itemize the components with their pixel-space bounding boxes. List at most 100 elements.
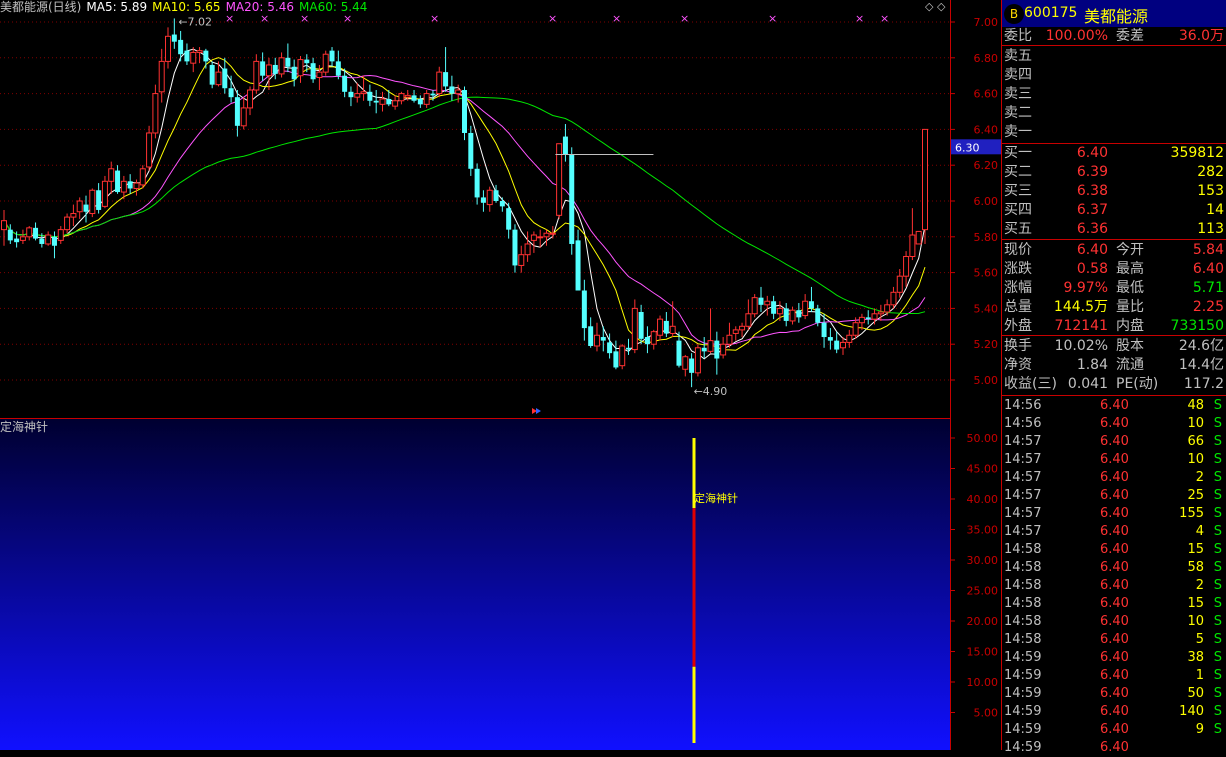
candle — [915, 230, 922, 245]
order-ratio-row: 委比 100.00% 委差 36.0万 — [1002, 27, 1226, 45]
candle — [89, 188, 96, 218]
candle-body — [468, 132, 474, 169]
candle-body — [260, 61, 266, 76]
candle — [57, 226, 64, 244]
candle — [234, 90, 240, 137]
candle — [329, 47, 335, 67]
candle-body — [96, 190, 102, 210]
tick-price: 6.40 — [1100, 740, 1129, 755]
candle — [96, 183, 102, 214]
tick-price: 6.40 — [1100, 614, 1129, 629]
candle-body — [398, 93, 405, 102]
candle-body — [360, 91, 367, 95]
candle-body — [411, 95, 417, 101]
candle-body — [701, 347, 707, 352]
stock-logo-icon: B — [1004, 4, 1024, 24]
tick-price: 6.40 — [1100, 452, 1129, 467]
candle-body — [178, 39, 184, 55]
tick-volume: 2 — [1195, 470, 1204, 485]
candle-body — [386, 98, 392, 105]
candle-body — [789, 309, 796, 322]
candle-body — [707, 340, 714, 352]
candle-body — [184, 50, 190, 62]
candle — [802, 294, 809, 320]
candle-body — [626, 347, 632, 350]
stat-row: 总量 144.5万 量比 2.25 — [1002, 298, 1226, 316]
candle-body — [638, 311, 644, 339]
tick-time: 14:57 — [1004, 434, 1042, 449]
diamond-icon[interactable]: ◇ ◇ — [925, 0, 945, 13]
candle — [499, 197, 505, 212]
candle-body — [644, 337, 650, 345]
candle-body — [676, 340, 682, 366]
fund-label: PE(动) — [1116, 376, 1159, 392]
candle-body — [64, 216, 71, 231]
candle — [26, 226, 33, 241]
event-marker-icon: × — [612, 12, 621, 25]
candle-body — [108, 168, 115, 182]
candle-body — [253, 60, 260, 91]
price-tick-label: 6.40 — [974, 123, 999, 136]
candle-body — [827, 337, 833, 341]
tick-side: S — [1213, 398, 1222, 413]
divider — [1002, 395, 1226, 396]
candle-body — [694, 347, 701, 374]
tick-volume: 140 — [1179, 704, 1204, 719]
candle — [650, 329, 657, 350]
candle-body — [581, 290, 587, 329]
candle-body — [272, 64, 278, 74]
tick-row: 14:57 6.40 155 S — [1002, 505, 1226, 523]
chart-canvas[interactable]: 定海神针 7.00 6.80 6.60 6.40 6.20 6.00 5.80 5.60 5.4… — [0, 0, 1002, 750]
tick-time: 14:57 — [1004, 470, 1042, 485]
tick-time: 14:59 — [1004, 650, 1042, 665]
tick-side: S — [1213, 542, 1222, 557]
candle — [133, 179, 140, 196]
tick-volume: 10 — [1187, 614, 1204, 629]
candle-body — [877, 311, 884, 315]
candle — [588, 317, 594, 348]
candle-body — [26, 227, 33, 238]
candle-body — [240, 107, 247, 127]
candle-body — [549, 232, 556, 235]
stat-label: 最高 — [1116, 261, 1144, 277]
candle-body — [367, 91, 373, 101]
event-marker-icon: × — [880, 12, 889, 25]
fund-value: 14.4亿 — [1178, 357, 1224, 373]
bid-label: 买一 — [1004, 145, 1032, 161]
candle-body — [524, 243, 531, 256]
candle-body — [689, 358, 695, 373]
stat-value: 712141 — [1054, 318, 1108, 334]
ask-row: 卖二 — [1002, 104, 1226, 122]
candle-body — [392, 100, 399, 107]
candle — [171, 18, 177, 49]
candle — [871, 308, 878, 325]
tick-time: 14:58 — [1004, 560, 1042, 575]
candle-body — [265, 64, 272, 77]
fund-label: 股本 — [1116, 338, 1144, 354]
candle-body — [342, 75, 348, 92]
candle-body — [165, 35, 172, 62]
candle-body — [1, 220, 7, 231]
candle-body — [83, 204, 89, 212]
candle — [240, 97, 247, 130]
price-tick-label: 5.80 — [974, 231, 999, 244]
candle — [808, 286, 814, 312]
candle — [903, 251, 910, 287]
candle — [739, 322, 746, 338]
candle-body — [70, 213, 77, 218]
candle-body — [493, 190, 499, 201]
candle-body — [858, 316, 865, 324]
indicator-tick-label: 20.00 — [967, 615, 999, 628]
stat-value: 9.97% — [1063, 280, 1108, 296]
tick-time: 14:57 — [1004, 506, 1042, 521]
candle-body — [600, 337, 606, 341]
tick-price: 6.40 — [1100, 704, 1129, 719]
tick-row: 14:57 6.40 4 S — [1002, 523, 1226, 541]
signal-bar-bottom — [692, 666, 696, 743]
candle — [619, 344, 626, 370]
candle — [789, 306, 796, 325]
price-tick-label: 6.60 — [974, 88, 999, 101]
candle-body — [335, 61, 341, 76]
candle — [436, 66, 443, 98]
candle — [689, 353, 695, 388]
